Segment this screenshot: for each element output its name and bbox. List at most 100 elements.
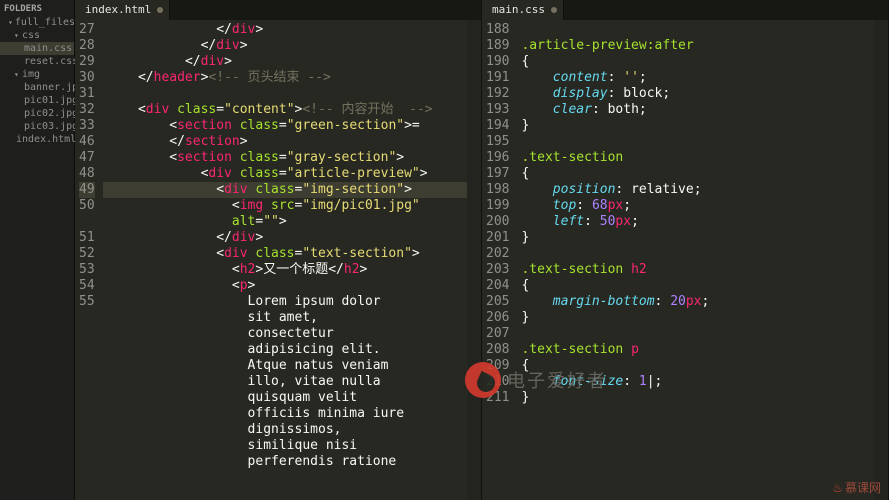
tab-index-html[interactable]: index.html [75, 0, 170, 20]
line-number: 192 [486, 86, 509, 102]
code-line[interactable]: } [517, 390, 874, 406]
tree-item-label: index.html [16, 134, 76, 145]
tree-item-label: pic01.jpg [24, 95, 78, 106]
tree-item-pic02-jpg[interactable]: pic02.jpg [0, 107, 74, 120]
code-line[interactable]: </header><!-- 页头结束 --> [103, 70, 467, 86]
code-line[interactable]: } [517, 310, 874, 326]
code-line[interactable]: position: relative; [517, 182, 874, 198]
tree-item-reset-css[interactable]: reset.css [0, 55, 74, 68]
code-line[interactable]: { [517, 166, 874, 182]
line-number: 190 [486, 54, 509, 70]
code-line[interactable]: </div> [103, 38, 467, 54]
code-line[interactable]: </div> [103, 230, 467, 246]
code-line[interactable] [103, 86, 467, 102]
line-number: 195 [486, 134, 509, 150]
code-line[interactable]: .article-preview:after [517, 38, 874, 54]
line-number: 50 [79, 198, 95, 214]
code-line[interactable]: <h2>又一个标题</h2> [103, 262, 467, 278]
code-line[interactable]: quisquam velit [103, 390, 467, 406]
line-number: 49 [79, 182, 95, 198]
code-line[interactable] [517, 134, 874, 150]
code-line[interactable]: Atque natus veniam [103, 358, 467, 374]
code-area-left[interactable]: 2728293031323346474849505152535455 </div… [75, 20, 481, 500]
tree-item-full_files[interactable]: ▾full_files [0, 16, 74, 29]
tree-item-label: reset.css [24, 56, 78, 67]
code-right[interactable]: .article-preview:after{ content: ''; dis… [517, 20, 874, 500]
code-line[interactable]: content: ''; [517, 70, 874, 86]
tab-dirty-dot-icon [157, 7, 163, 13]
file-tree[interactable]: ▾full_files▾cssmain.cssreset.css▾imgbann… [0, 16, 74, 146]
code-line[interactable]: consectetur [103, 326, 467, 342]
code-line[interactable]: { [517, 54, 874, 70]
code-line[interactable]: } [517, 118, 874, 134]
code-line[interactable]: left: 50px; [517, 214, 874, 230]
tab-main-css[interactable]: main.css [482, 0, 564, 20]
code-line[interactable]: margin-bottom: 20px; [517, 294, 874, 310]
line-number: 201 [486, 230, 509, 246]
code-line[interactable]: <div class="article-preview"> [103, 166, 467, 182]
line-number: 197 [486, 166, 509, 182]
tabbar-left[interactable]: index.html [75, 0, 481, 20]
code-line[interactable]: dignissimos, [103, 422, 467, 438]
line-number: 209 [486, 358, 509, 374]
code-line[interactable]: font-size: 1|; [517, 374, 874, 390]
line-number: 199 [486, 198, 509, 214]
line-number: 208 [486, 342, 509, 358]
tree-item-banner-jpg[interactable]: banner.jpg [0, 81, 74, 94]
code-line[interactable]: perferendis ratione [103, 454, 467, 470]
code-left[interactable]: </div> </div> </div> </header><!-- 页头结束 … [103, 20, 467, 500]
code-line[interactable]: <img src="img/pic01.jpg" [103, 198, 467, 214]
minimap-left[interactable] [467, 20, 481, 500]
tree-item-img[interactable]: ▾img [0, 68, 74, 81]
folder-sidebar[interactable]: FOLDERS ▾full_files▾cssmain.cssreset.css… [0, 0, 75, 500]
tree-item-css[interactable]: ▾css [0, 29, 74, 42]
tree-item-index-html[interactable]: index.html [0, 133, 74, 146]
tabbar-right[interactable]: main.css [482, 0, 888, 20]
code-line[interactable]: alt=""> [103, 214, 467, 230]
code-line[interactable]: .text-section p [517, 342, 874, 358]
code-line[interactable]: } [517, 230, 874, 246]
code-line[interactable]: <section class="green-section">= [103, 118, 467, 134]
code-line[interactable] [517, 22, 874, 38]
tree-item-label: main.css [24, 43, 72, 54]
code-line[interactable]: .text-section h2 [517, 262, 874, 278]
code-line[interactable]: { [517, 358, 874, 374]
line-number: 194 [486, 118, 509, 134]
code-line[interactable]: similique nisi [103, 438, 467, 454]
line-number: 188 [486, 22, 509, 38]
code-area-right[interactable]: 1881891901911921931941951961971981992002… [482, 20, 888, 500]
line-number: 191 [486, 70, 509, 86]
code-line[interactable]: sit amet, [103, 310, 467, 326]
code-line[interactable]: officiis minima iure [103, 406, 467, 422]
tree-item-label: img [22, 69, 40, 80]
tree-item-pic03-jpg[interactable]: pic03.jpg [0, 120, 74, 133]
line-number: 52 [79, 246, 95, 262]
line-number: 51 [79, 230, 95, 246]
tab-label: index.html [85, 3, 151, 16]
line-number: 189 [486, 38, 509, 54]
code-line[interactable]: <p> [103, 278, 467, 294]
code-line[interactable]: </div> [103, 54, 467, 70]
tree-item-main-css[interactable]: main.css [0, 42, 74, 55]
line-number: 47 [79, 150, 95, 166]
code-line[interactable]: illo, vitae nulla [103, 374, 467, 390]
code-line[interactable]: <div class="text-section"> [103, 246, 467, 262]
code-line[interactable]: </section> [103, 134, 467, 150]
code-line[interactable]: <section class="gray-section"> [103, 150, 467, 166]
code-line[interactable] [517, 246, 874, 262]
line-number: 55 [79, 294, 95, 310]
tree-item-pic01-jpg[interactable]: pic01.jpg [0, 94, 74, 107]
minimap-right[interactable] [874, 20, 888, 500]
code-line[interactable]: clear: both; [517, 102, 874, 118]
code-line[interactable]: .text-section [517, 150, 874, 166]
code-line[interactable]: Lorem ipsum dolor [103, 294, 467, 310]
code-line[interactable] [517, 326, 874, 342]
code-line[interactable]: { [517, 278, 874, 294]
code-line[interactable]: <div class="img-section"> [103, 182, 467, 198]
code-line[interactable]: top: 68px; [517, 198, 874, 214]
line-number: 200 [486, 214, 509, 230]
code-line[interactable]: <div class="content"><!-- 内容开始 --> [103, 102, 467, 118]
code-line[interactable]: adipisicing elit. [103, 342, 467, 358]
code-line[interactable]: display: block; [517, 86, 874, 102]
code-line[interactable]: </div> [103, 22, 467, 38]
